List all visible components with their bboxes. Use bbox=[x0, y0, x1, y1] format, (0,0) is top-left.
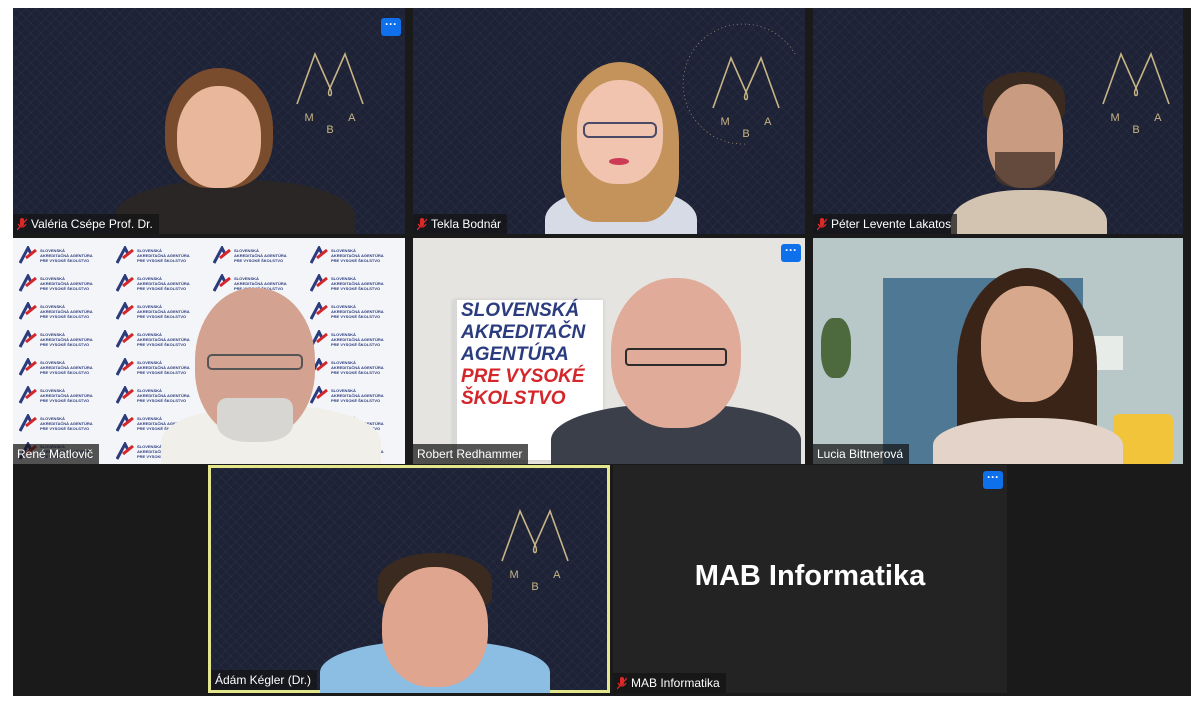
video-tile-lucia[interactable]: Lucia Bittnerová bbox=[813, 238, 1183, 464]
saavs-logo: SLOVENSKÁAKREDITAČNÁ AGENTÚRAPRE VYSOKÉ … bbox=[18, 356, 105, 378]
saavs-mark-icon bbox=[309, 244, 328, 264]
saavs-logo-text: SLOVENSKÁAKREDITAČNÁ AGENTÚRAPRE VYSOKÉ … bbox=[40, 415, 93, 431]
video-tile-adam[interactable]: M A B Ádám Kégler (Dr.) bbox=[208, 465, 610, 693]
saavs-mark-icon bbox=[115, 300, 134, 320]
participant-name-label: René Matlovič bbox=[13, 444, 100, 464]
saavs-logo-text: SLOVENSKÁAKREDITAČNÁ AGENTÚRAPRE VYSOKÉ … bbox=[40, 275, 93, 291]
participant-display-name: MAB Informatika bbox=[694, 560, 926, 592]
participant-name-label: Lucia Bittnerová bbox=[813, 444, 910, 464]
saavs-mark-icon bbox=[18, 384, 37, 404]
video-tile-tekla[interactable]: M A B Tekla Bodnár bbox=[413, 8, 805, 234]
saavs-logo: SLOVENSKÁAKREDITAČNÁ AGENTÚRAPRE VYSOKÉ … bbox=[18, 412, 105, 434]
video-tile-mab-informatika[interactable]: MAB Informatika MAB Informatika ··· bbox=[613, 465, 1007, 693]
participant-video bbox=[943, 72, 1113, 234]
participant-video bbox=[551, 278, 801, 464]
saavs-logo-text: SLOVENSKÁAKREDITAČNÁ AGENTÚRAPRE VYSOKÉ … bbox=[137, 247, 190, 263]
participant-name-label: Robert Redhammer bbox=[413, 444, 529, 464]
saavs-mark-icon bbox=[115, 244, 134, 264]
participant-video bbox=[531, 60, 711, 234]
saavs-mark-icon bbox=[18, 412, 37, 432]
saavs-mark-icon bbox=[115, 356, 134, 376]
participant-name-label: Valéria Csépe Prof. Dr. bbox=[13, 214, 159, 234]
video-tile-rene[interactable]: SLOVENSKÁ AKREDITAČNÁ AGENTÚRA PRE VYSOKÉ … bbox=[13, 238, 405, 464]
saavs-mark-icon bbox=[115, 272, 134, 292]
saavs-mark-icon bbox=[18, 328, 37, 348]
saavs-mark-icon bbox=[18, 300, 37, 320]
participant-name-label: Tekla Bodnár bbox=[413, 214, 508, 234]
more-options-button[interactable]: ··· bbox=[983, 471, 1003, 489]
muted-mic-icon bbox=[817, 217, 827, 231]
saavs-mark-icon bbox=[115, 328, 134, 348]
saavs-mark-icon bbox=[115, 412, 134, 432]
saavs-logo: SLOVENSKÁAKREDITAČNÁ AGENTÚRAPRE VYSOKÉ … bbox=[18, 300, 105, 322]
muted-mic-icon bbox=[417, 217, 427, 231]
participant-video bbox=[923, 268, 1133, 464]
saavs-logo: SLOVENSKÁAKREDITAČNÁ AGENTÚRAPRE VYSOKÉ … bbox=[115, 244, 202, 266]
gallery-view: M A B Valéria Csépe Prof. Dr. ··· M A B bbox=[13, 8, 1191, 696]
saavs-mark-icon bbox=[18, 244, 37, 264]
video-tile-robert[interactable]: SLOVENSKÁ AKREDITAČN AGENTÚRA PRE VYSOKÉ… bbox=[413, 238, 805, 464]
more-options-button[interactable]: ··· bbox=[781, 244, 801, 262]
participant-name-label: MAB Informatika bbox=[613, 673, 726, 693]
saavs-mark-icon bbox=[18, 272, 37, 292]
muted-mic-icon bbox=[17, 217, 27, 231]
participant-name-label: Péter Levente Lakatos bbox=[813, 214, 958, 234]
saavs-logo: SLOVENSKÁAKREDITAČNÁ AGENTÚRAPRE VYSOKÉ … bbox=[18, 328, 105, 350]
saavs-logo: SLOVENSKÁAKREDITAČNÁ AGENTÚRAPRE VYSOKÉ … bbox=[18, 272, 105, 294]
saavs-logo: SLOVENSKÁAKREDITAČNÁ AGENTÚRAPRE VYSOKÉ … bbox=[309, 244, 396, 266]
saavs-mark-icon bbox=[115, 440, 134, 460]
participant-video bbox=[320, 553, 550, 693]
saavs-logo-text: SLOVENSKÁAKREDITAČNÁ AGENTÚRAPRE VYSOKÉ … bbox=[40, 247, 93, 263]
saavs-logo-text: SLOVENSKÁAKREDITAČNÁ AGENTÚRAPRE VYSOKÉ … bbox=[40, 303, 93, 319]
more-options-button[interactable]: ··· bbox=[381, 18, 401, 36]
saavs-logo-text: SLOVENSKÁAKREDITAČNÁ AGENTÚRAPRE VYSOKÉ … bbox=[331, 247, 384, 263]
saavs-logo-text: SLOVENSKÁAKREDITAČNÁ AGENTÚRAPRE VYSOKÉ … bbox=[40, 331, 93, 347]
muted-mic-icon bbox=[617, 676, 627, 690]
saavs-logo: SLOVENSKÁAKREDITAČNÁ AGENTÚRAPRE VYSOKÉ … bbox=[212, 244, 299, 266]
saavs-mark-icon bbox=[18, 356, 37, 376]
video-tile-valeria[interactable]: M A B Valéria Csépe Prof. Dr. ··· bbox=[13, 8, 405, 234]
saavs-mark-icon bbox=[115, 384, 134, 404]
participant-video bbox=[161, 288, 381, 464]
saavs-logo-text: SLOVENSKÁAKREDITAČNÁ AGENTÚRAPRE VYSOKÉ … bbox=[234, 247, 287, 263]
saavs-mark-icon bbox=[212, 244, 231, 264]
saavs-logo: SLOVENSKÁAKREDITAČNÁ AGENTÚRAPRE VYSOKÉ … bbox=[18, 384, 105, 406]
participant-video bbox=[109, 62, 369, 234]
saavs-logo: SLOVENSKÁAKREDITAČNÁ AGENTÚRAPRE VYSOKÉ … bbox=[18, 244, 105, 266]
video-tile-peter[interactable]: M A B Péter Levente Lakatos bbox=[813, 8, 1183, 234]
saavs-logo-text: SLOVENSKÁAKREDITAČNÁ AGENTÚRAPRE VYSOKÉ … bbox=[40, 387, 93, 403]
plant bbox=[821, 318, 851, 378]
saavs-logo-text: SLOVENSKÁAKREDITAČNÁ AGENTÚRAPRE VYSOKÉ … bbox=[40, 359, 93, 375]
participant-name-label: Ádám Kégler (Dr.) bbox=[211, 670, 318, 690]
